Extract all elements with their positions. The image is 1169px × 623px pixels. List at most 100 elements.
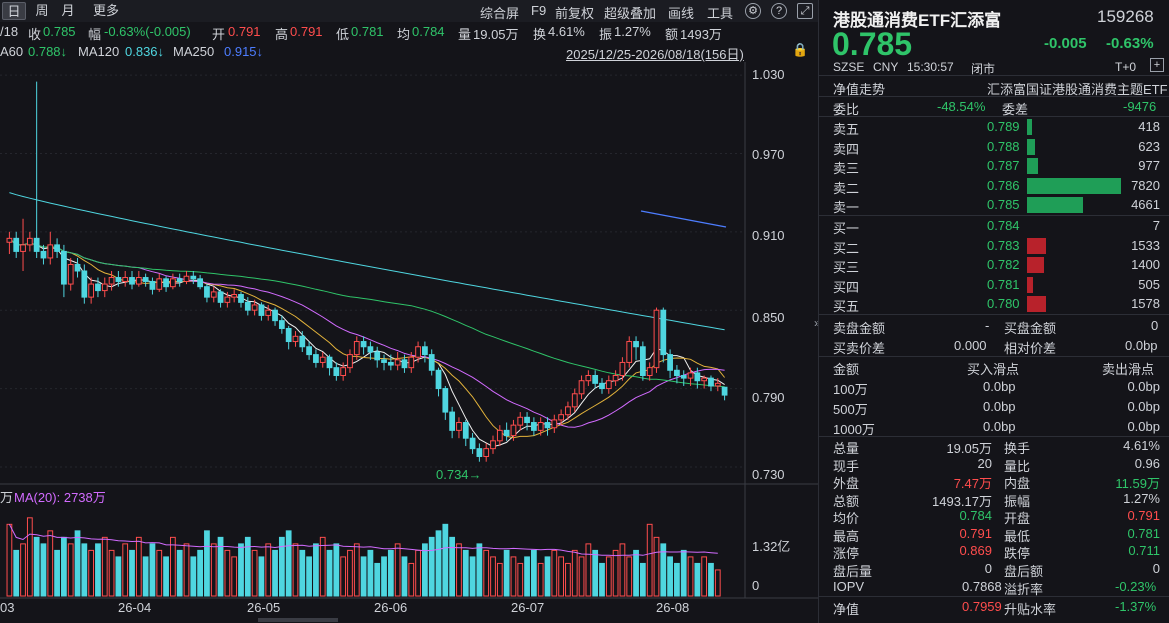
candle-body <box>680 375 687 379</box>
volume-bar <box>476 543 483 597</box>
volume-bar <box>129 549 135 597</box>
volume-bar <box>422 543 428 597</box>
candle-body <box>551 419 558 429</box>
ask-row[interactable]: 卖四 0.788 623 <box>819 137 1169 157</box>
volume-bar <box>387 549 394 597</box>
stats-row: 最高 0.791 最低 0.781 <box>819 525 1169 544</box>
nav-row: 净值 0.7959 升贴水率 -1.37% <box>819 597 1169 617</box>
ask-price: 0.785 <box>987 197 1020 213</box>
volume-bar <box>176 549 183 597</box>
slip-sell: 0.0bp <box>1127 419 1160 434</box>
ask-volume-bar <box>1027 119 1032 135</box>
candle-body <box>524 416 530 424</box>
volume-bar <box>612 549 619 597</box>
volume-bar <box>190 556 197 597</box>
stat-value: 4.61% <box>1123 438 1160 453</box>
bid-row[interactable]: 买一 0.784 7 <box>819 216 1169 236</box>
volume-bar <box>20 543 26 597</box>
volume-bar <box>694 562 701 597</box>
candle-body <box>231 294 238 298</box>
candle-body <box>694 372 701 382</box>
candle-body <box>653 309 660 369</box>
ask-row[interactable]: 卖二 0.786 7820 <box>819 176 1169 196</box>
bid-price: 0.784 <box>987 218 1020 233</box>
candle-body <box>496 429 503 442</box>
volume-bar <box>667 556 673 597</box>
candle-body <box>108 277 115 285</box>
bid-row[interactable]: 买五 0.780 1578 <box>819 294 1169 314</box>
iopv-value: 0.7868 <box>962 579 1002 594</box>
bid-row[interactable]: 买四 0.781 505 <box>819 275 1169 295</box>
ask-row[interactable]: 卖一 0.785 4661 <box>819 195 1169 215</box>
weibi-value: -48.54% <box>937 99 986 114</box>
slippage-header: 金额 买入滑点 卖出滑点 <box>819 357 1169 377</box>
volume-bar <box>401 556 408 597</box>
ask-volume-bar <box>1027 197 1084 214</box>
candle-body <box>347 354 353 369</box>
bid-volume-bar <box>1027 296 1046 313</box>
candle-body <box>67 263 74 285</box>
last-price: 0.785 <box>832 26 913 62</box>
iopv-label: IOPV <box>833 579 865 594</box>
ask-volume-bar <box>1027 177 1121 194</box>
candle-body <box>61 250 67 285</box>
candle-body <box>353 341 360 356</box>
volume-bar <box>169 536 176 597</box>
volume-bar <box>101 536 108 597</box>
candle-body <box>544 422 551 429</box>
candle-body <box>142 277 149 282</box>
relative-spread-label: 相对价差 <box>1004 341 1057 356</box>
ask-level-label: 卖五 <box>833 122 860 137</box>
ask-row[interactable]: 卖五 0.789 418 <box>819 117 1169 137</box>
candle-body <box>95 283 101 292</box>
candle-body <box>74 263 81 272</box>
candle-body <box>422 346 428 356</box>
ask-row[interactable]: 卖三 0.787 977 <box>819 156 1169 176</box>
ma120-line <box>9 192 725 331</box>
candle-body <box>163 278 169 288</box>
volume-bar <box>108 549 115 597</box>
ask-volume-bar <box>1027 138 1035 155</box>
ask-price: 0.786 <box>987 177 1020 193</box>
bid-price: 0.781 <box>987 276 1020 292</box>
quote-time: 15:30:57 <box>907 60 954 74</box>
candle-body <box>387 361 394 366</box>
bid-row[interactable]: 买二 0.783 1533 <box>819 236 1169 256</box>
volume-bar <box>33 536 40 597</box>
price-change: -0.005 <box>1044 35 1087 52</box>
candle-body <box>54 244 60 252</box>
candle-body <box>367 346 374 353</box>
volume-bar <box>483 549 490 597</box>
spread-value: 0.000 <box>954 338 987 353</box>
candle-body <box>244 301 251 311</box>
volume-bar <box>6 523 13 597</box>
x-tick-6: 26-08 <box>656 600 690 615</box>
candle-body <box>135 277 142 285</box>
candle-body <box>408 356 415 369</box>
candle-body <box>605 380 612 390</box>
stat-value: 0.711 <box>1128 543 1160 558</box>
volume-bar <box>653 536 660 597</box>
volume-bar <box>571 549 578 597</box>
candle-body <box>26 237 33 246</box>
volume-bar <box>578 556 585 597</box>
h-scrollbar[interactable] <box>258 618 338 622</box>
volume-bar <box>306 556 312 597</box>
iopv-row: IOPV 0.7868 溢折率 -0.23% <box>819 577 1169 597</box>
kline-chart-panel[interactable]: 日 周 月 更多 综合屏 F9 前复权 超级叠加 画线 工具 ⚙ ? ⤢ /18… <box>0 0 818 623</box>
slip-amount: 100万 <box>833 382 868 397</box>
volume-bar <box>408 562 415 597</box>
candle-body <box>340 367 347 377</box>
bid-level-label: 买四 <box>833 279 860 295</box>
volume-bar <box>326 549 333 597</box>
candle-body <box>483 448 490 457</box>
candle-body <box>537 422 544 431</box>
volume-bar <box>313 543 319 597</box>
volume-bar <box>258 556 265 597</box>
add-icon[interactable]: + <box>1150 58 1164 72</box>
volume-bar <box>674 562 680 597</box>
volume-bar <box>592 549 599 597</box>
bid-row[interactable]: 买三 0.782 1400 <box>819 255 1169 275</box>
candle-body <box>633 341 639 348</box>
stat-value: 0.791 <box>959 525 992 541</box>
